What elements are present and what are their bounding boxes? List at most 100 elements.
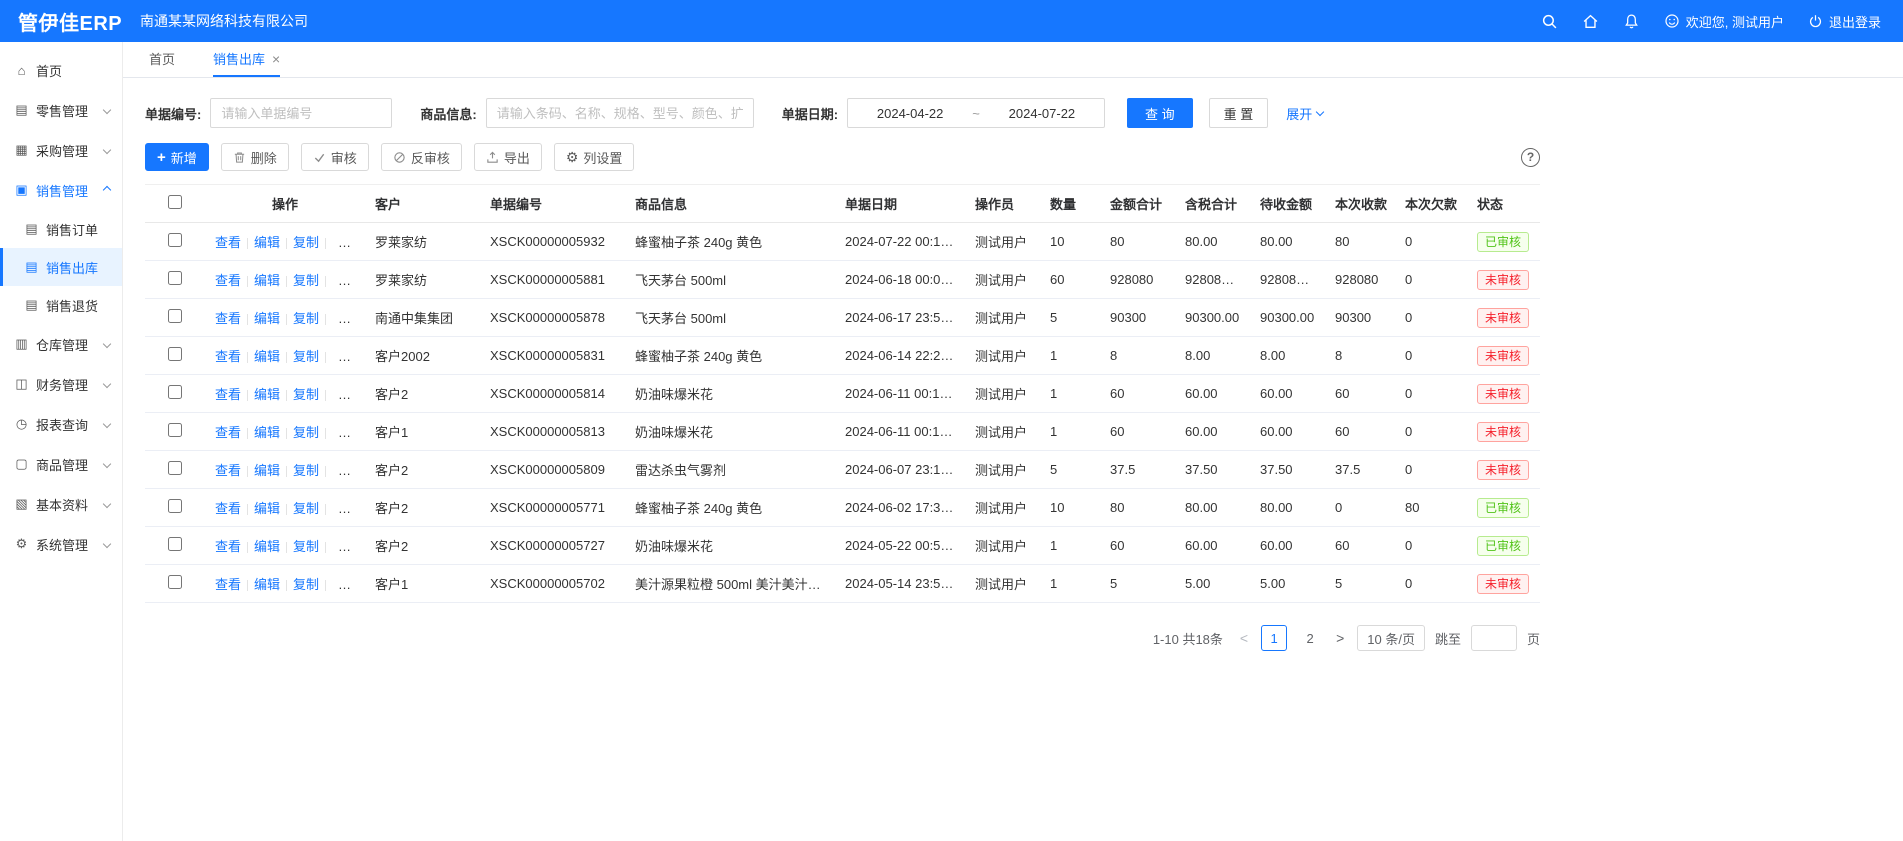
date-range-picker[interactable]: ~ — [847, 98, 1105, 128]
copy-link[interactable]: 复制 — [293, 577, 319, 592]
operator-cell: 测试用户 — [965, 223, 1040, 261]
copy-link[interactable]: 复制 — [293, 463, 319, 478]
edit-link[interactable]: 编辑 — [254, 311, 280, 326]
sidebar-item-reports[interactable]: ◷ 报表查询 — [0, 404, 122, 444]
view-link[interactable]: 查看 — [215, 463, 241, 478]
edit-link[interactable]: 编辑 — [254, 235, 280, 250]
prev-page-icon[interactable]: < — [1237, 630, 1251, 646]
page-number-2[interactable]: 2 — [1297, 625, 1323, 651]
view-link[interactable]: 查看 — [215, 349, 241, 364]
row-checkbox[interactable] — [168, 385, 182, 399]
col-header-date: 单据日期 — [835, 185, 965, 223]
row-checkbox[interactable] — [168, 309, 182, 323]
sidebar-item-retail[interactable]: ▤ 零售管理 — [0, 90, 122, 130]
edit-link[interactable]: 编辑 — [254, 539, 280, 554]
row-checkbox[interactable] — [168, 575, 182, 589]
copy-link[interactable]: 复制 — [293, 311, 319, 326]
sidebar-item-sales-outbound[interactable]: ▤ 销售出库 — [0, 248, 122, 286]
help-icon[interactable]: ? — [1521, 148, 1540, 167]
operator-cell: 测试用户 — [965, 527, 1040, 565]
chevron-down-icon — [103, 146, 111, 154]
receivable-cell: 80.00 — [1250, 489, 1325, 527]
reset-button[interactable]: 重 置 — [1209, 98, 1269, 128]
product-info-input[interactable] — [486, 98, 754, 128]
row-checkbox[interactable] — [168, 233, 182, 247]
export-button[interactable]: 导出 — [474, 143, 542, 171]
view-link[interactable]: 查看 — [215, 539, 241, 554]
date-cell: 2024-05-14 23:56:13 — [835, 565, 965, 603]
audit-button[interactable]: 审核 — [301, 143, 369, 171]
row-checkbox[interactable] — [168, 461, 182, 475]
sidebar-item-sales-return[interactable]: ▤ 销售退货 — [0, 286, 122, 324]
view-link[interactable]: 查看 — [215, 235, 241, 250]
amount-cell: 80 — [1100, 223, 1175, 261]
date-to-input[interactable] — [996, 106, 1088, 121]
bill-no-input[interactable] — [210, 98, 392, 128]
edit-link[interactable]: 编辑 — [254, 349, 280, 364]
sidebar-item-sales[interactable]: ▣ 销售管理 — [0, 170, 122, 210]
tax-total-cell: 928080.00 — [1175, 261, 1250, 299]
copy-link[interactable]: 复制 — [293, 349, 319, 364]
edit-link[interactable]: 编辑 — [254, 501, 280, 516]
search-button[interactable]: 查 询 — [1127, 98, 1193, 128]
close-icon[interactable]: × — [272, 52, 280, 66]
page-jump-input[interactable] — [1471, 625, 1517, 651]
delete-button[interactable]: 删除 — [221, 143, 289, 171]
sidebar-item-basic-data[interactable]: ▧ 基本资料 — [0, 484, 122, 524]
logout-button[interactable]: 退出登录 — [1808, 12, 1881, 31]
next-page-icon[interactable]: > — [1333, 630, 1347, 646]
add-button[interactable]: + 新增 — [145, 143, 209, 171]
view-link[interactable]: 查看 — [215, 273, 241, 288]
sidebar-item-warehouse[interactable]: ▥ 仓库管理 — [0, 324, 122, 364]
sidebar-item-system[interactable]: ⚙ 系统管理 — [0, 524, 122, 564]
pagination-total: 1-10 共18条 — [1153, 629, 1223, 648]
search-icon[interactable] — [1541, 13, 1558, 30]
copy-link[interactable]: 复制 — [293, 539, 319, 554]
customer-cell: 客户1 — [365, 413, 480, 451]
divider — [247, 352, 248, 363]
chevron-down-icon — [103, 460, 111, 468]
date-cell: 2024-06-11 00:18:10 — [835, 413, 965, 451]
edit-link[interactable]: 编辑 — [254, 273, 280, 288]
copy-link[interactable]: 复制 — [293, 387, 319, 402]
sidebar-item-finance[interactable]: ◫ 财务管理 — [0, 364, 122, 404]
view-link[interactable]: 查看 — [215, 425, 241, 440]
copy-link[interactable]: 复制 — [293, 425, 319, 440]
copy-link[interactable]: 复制 — [293, 273, 319, 288]
row-checkbox[interactable] — [168, 271, 182, 285]
view-link[interactable]: 查看 — [215, 577, 241, 592]
received-cell: 0 — [1325, 489, 1395, 527]
page-number-1[interactable]: 1 — [1261, 625, 1287, 651]
amount-cell: 60 — [1100, 375, 1175, 413]
sidebar-item-home[interactable]: ⌂ 首页 — [0, 50, 122, 90]
bell-icon[interactable] — [1623, 13, 1640, 30]
edit-link[interactable]: 编辑 — [254, 577, 280, 592]
copy-link[interactable]: 复制 — [293, 235, 319, 250]
page-size-select[interactable]: 10 条/页 — [1357, 625, 1425, 651]
expand-link[interactable]: 展开 — [1286, 104, 1323, 123]
sidebar-item-goods[interactable]: ▢ 商品管理 — [0, 444, 122, 484]
edit-link[interactable]: 编辑 — [254, 425, 280, 440]
row-checkbox[interactable] — [168, 499, 182, 513]
row-checkbox[interactable] — [168, 423, 182, 437]
date-from-input[interactable] — [864, 106, 956, 121]
column-settings-button[interactable]: ⚙ 列设置 — [554, 143, 635, 171]
user-menu[interactable]: 欢迎您, 测试用户 — [1664, 12, 1784, 31]
pagination: 1-10 共18条 < 1 2 > 10 条/页 跳至 页 — [145, 625, 1540, 651]
home-icon[interactable] — [1582, 13, 1599, 30]
unaudit-button[interactable]: 反审核 — [381, 143, 462, 171]
sidebar-item-sales-order[interactable]: ▤ 销售订单 — [0, 210, 122, 248]
view-link[interactable]: 查看 — [215, 387, 241, 402]
tab-sales-outbound[interactable]: 销售出库 × — [213, 42, 280, 77]
row-checkbox[interactable] — [168, 347, 182, 361]
edit-link[interactable]: 编辑 — [254, 387, 280, 402]
view-link[interactable]: 查看 — [215, 311, 241, 326]
export-icon — [486, 151, 499, 164]
sidebar-item-purchase[interactable]: ▦ 采购管理 — [0, 130, 122, 170]
view-link[interactable]: 查看 — [215, 501, 241, 516]
row-checkbox[interactable] — [168, 537, 182, 551]
edit-link[interactable]: 编辑 — [254, 463, 280, 478]
copy-link[interactable]: 复制 — [293, 501, 319, 516]
tab-home[interactable]: 首页 — [149, 42, 175, 77]
select-all-checkbox[interactable] — [168, 195, 182, 209]
